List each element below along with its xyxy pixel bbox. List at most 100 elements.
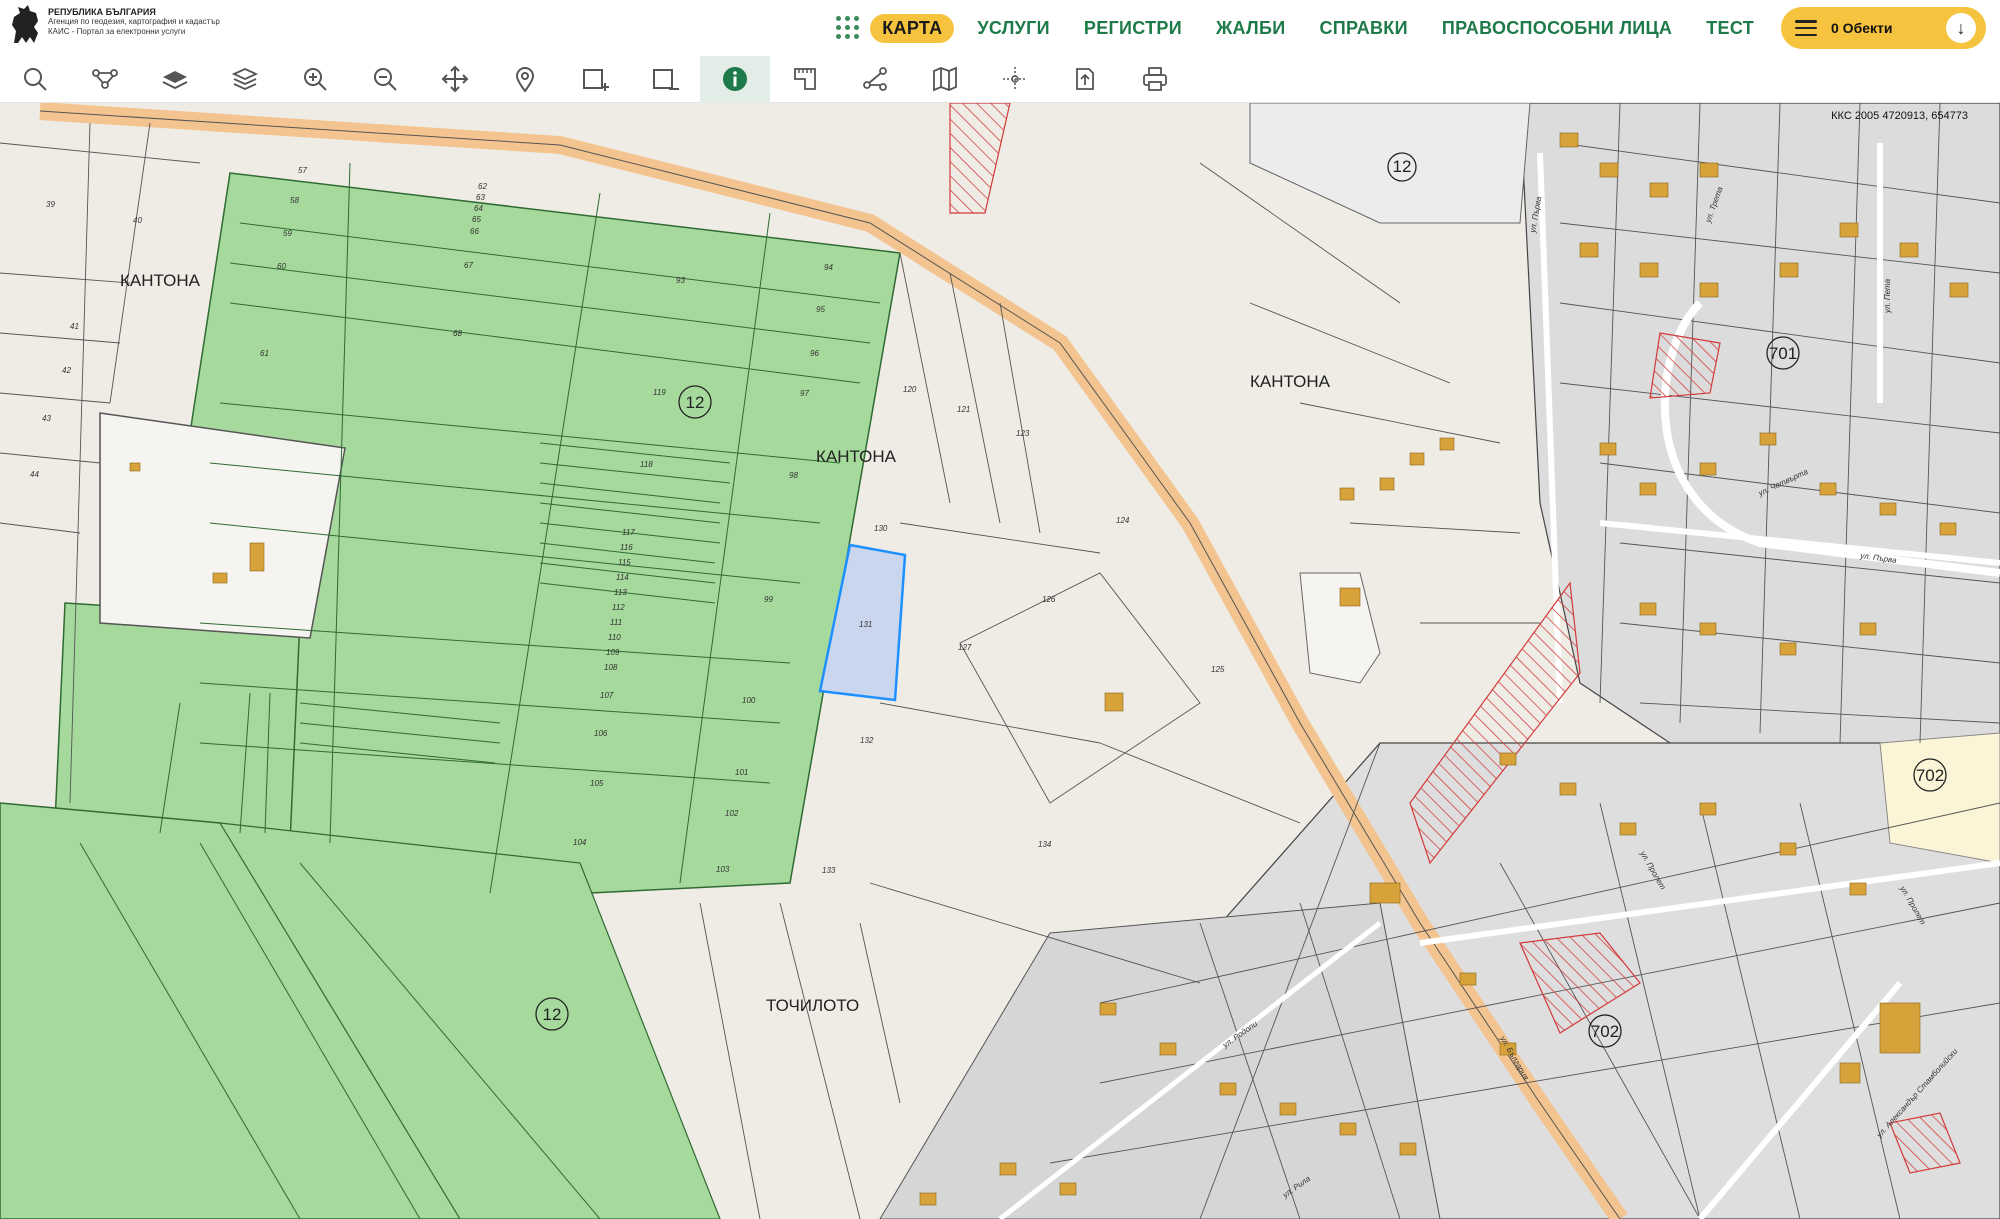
measure-tool[interactable] <box>770 56 840 103</box>
map-canvas[interactable]: 12 12 12 701 702 702 КАНТОНА КАНТОНА КАН… <box>0 103 2000 1219</box>
parcel-number-label: 102 <box>725 809 739 818</box>
parcel-number-label: 63 <box>476 193 485 202</box>
objects-button[interactable]: 0 Обекти ↓ <box>1781 7 1986 49</box>
parcel-number-label: 40 <box>133 216 142 225</box>
parcel-number-label: 62 <box>478 182 487 191</box>
parcel-number-label: 93 <box>676 276 685 285</box>
parcel-number-label: 110 <box>608 633 621 642</box>
apps-grid-icon[interactable] <box>836 16 860 40</box>
crosshair-tool[interactable] <box>980 56 1050 103</box>
parcel-number-label: 124 <box>1116 516 1130 525</box>
circle-label-12b: 12 <box>543 1005 562 1024</box>
parcel-number-label: 43 <box>42 414 51 423</box>
parcel-number-label: 94 <box>824 263 833 272</box>
menu-icon <box>1795 20 1817 36</box>
parcel-number-label: 106 <box>594 729 608 738</box>
search-tool[interactable] <box>0 56 70 103</box>
pan-tool[interactable] <box>420 56 490 103</box>
parcel-number-label: 116 <box>620 543 633 552</box>
route-tool[interactable] <box>70 56 140 103</box>
parcel-number-label: 101 <box>735 768 748 777</box>
location-tool[interactable] <box>490 56 560 103</box>
zoom-out-tool[interactable] <box>350 56 420 103</box>
circle-label-702a: 702 <box>1916 766 1944 785</box>
parcel-number-label: 109 <box>606 648 620 657</box>
parcel-number-label: 99 <box>764 595 773 604</box>
area-label-kantona-1: КАНТОНА <box>120 271 201 290</box>
map-tool[interactable] <box>910 56 980 103</box>
parcel-number-label: 67 <box>464 261 473 270</box>
nav-map[interactable]: КАРТА <box>870 13 955 43</box>
zoom-out-icon <box>374 68 397 91</box>
parcel-number-label: 127 <box>958 643 972 652</box>
layers-filled-icon <box>162 71 188 90</box>
parcel-number-label: 100 <box>742 696 756 705</box>
nav-complaints[interactable]: ЖАЛБИ <box>1216 18 1286 39</box>
map-toolbar <box>0 55 2000 103</box>
parcel-number-label: 44 <box>30 470 39 479</box>
nav-reports[interactable]: СПРАВКИ <box>1319 18 1407 39</box>
parcel-number-label: 65 <box>472 215 481 224</box>
nodes-icon <box>863 67 887 91</box>
objects-label: 0 Обекти <box>1831 20 1893 36</box>
parcel-number-label: 57 <box>298 166 307 175</box>
base-layers-tool[interactable] <box>140 56 210 103</box>
parcel-number-label: 97 <box>800 389 809 398</box>
parcel-number-label: 96 <box>810 349 819 358</box>
parcel-number-label: 68 <box>453 329 462 338</box>
nav-services[interactable]: УСЛУГИ <box>977 18 1050 39</box>
location-pin-icon <box>515 67 535 93</box>
circle-label-12a: 12 <box>686 393 705 412</box>
lion-emblem-icon <box>12 5 38 43</box>
print-tool[interactable] <box>1120 56 1190 103</box>
route-icon <box>92 69 118 89</box>
nav-test[interactable]: ТЕСТ <box>1706 18 1754 39</box>
select-remove-tool[interactable] <box>630 56 700 103</box>
parcel-number-label: 125 <box>1211 665 1225 674</box>
parcel-number-label: 58 <box>290 196 299 205</box>
export-tool[interactable] <box>1050 56 1120 103</box>
parcel-number-label: 111 <box>610 618 622 627</box>
logo-portal: КАИС - Портал за електронни услуги <box>48 27 186 36</box>
nodes-tool[interactable] <box>840 56 910 103</box>
parcel-number-label: 115 <box>618 558 631 567</box>
parcel-number-label: 119 <box>653 388 666 397</box>
parcel-number-label: 41 <box>70 322 79 331</box>
nav-registers[interactable]: РЕГИСТРИ <box>1084 18 1182 39</box>
coordinates-readout: ККС 2005 4720913, 654773 <box>1831 110 1968 122</box>
logo-subtitle: Агенция по геодезия, картография и кадас… <box>48 17 220 26</box>
parcel-number-label: 126 <box>1042 595 1056 604</box>
agency-logo[interactable]: РЕПУБЛИКА БЪЛГАРИЯ Агенция по геодезия, … <box>6 3 220 47</box>
parcel-number-label: 114 <box>616 573 629 582</box>
parcel-number-label: 131 <box>859 620 872 629</box>
parcel-number-label: 42 <box>62 366 71 375</box>
area-label-kantona-3: КАНТОНА <box>1250 372 1331 391</box>
layers-tool[interactable] <box>210 56 280 103</box>
info-tool[interactable] <box>700 55 770 103</box>
logo-title: РЕПУБЛИКА БЪЛГАРИЯ <box>48 7 156 17</box>
measure-icon <box>794 68 816 90</box>
street-label-peta: ул. Пета <box>1883 278 1892 314</box>
select-add-tool[interactable] <box>560 56 630 103</box>
select-remove-icon <box>653 69 679 90</box>
cadastral-map[interactable]: 12 12 12 701 702 702 КАНТОНА КАНТОНА КАН… <box>0 103 2000 1219</box>
parcel-number-label: 134 <box>1038 840 1052 849</box>
select-add-icon <box>583 69 609 91</box>
area-label-tochiloto: ТОЧИЛОТО <box>766 996 859 1015</box>
parcel-number-label: 108 <box>604 663 618 672</box>
nav-licensed-persons[interactable]: ПРАВОСПОСОБНИ ЛИЦА <box>1442 18 1672 39</box>
map-icon <box>933 66 957 92</box>
parcel-number-label: 112 <box>612 603 625 612</box>
circle-label-12c: 12 <box>1393 157 1412 176</box>
parcel-number-label: 120 <box>903 385 917 394</box>
parcel-number-label: 95 <box>816 305 825 314</box>
parcel-number-label: 60 <box>277 262 286 271</box>
top-header: РЕПУБЛИКА БЪЛГАРИЯ Агенция по геодезия, … <box>0 0 2000 56</box>
zoom-in-tool[interactable] <box>280 56 350 103</box>
parcel-number-label: 130 <box>874 524 888 533</box>
pan-icon <box>441 65 469 93</box>
crosshair-icon <box>1003 67 1027 91</box>
circle-label-701: 701 <box>1769 344 1797 363</box>
parcel-number-label: 133 <box>822 866 836 875</box>
parcel-number-label: 132 <box>860 736 874 745</box>
